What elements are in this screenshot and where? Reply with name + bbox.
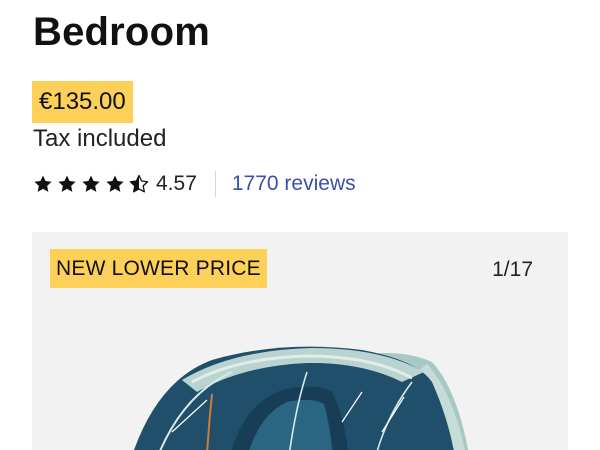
image-counter: 1/17 xyxy=(492,258,533,281)
rating-stars xyxy=(33,174,153,194)
product-image-gallery[interactable]: NEW LOWER PRICE 1/17 xyxy=(32,232,568,450)
product-title: Bedroom xyxy=(33,10,210,54)
new-lower-price-badge: NEW LOWER PRICE xyxy=(50,249,267,288)
rating-value: 4.57 xyxy=(156,172,197,195)
star-icon xyxy=(82,175,100,192)
star-icon xyxy=(58,175,76,192)
rating-divider xyxy=(214,171,216,197)
star-icon xyxy=(106,175,124,192)
product-page: Bedroom €135.00 Tax included 4.57 1770 r… xyxy=(0,0,600,450)
rating-row: 4.57 1770 reviews xyxy=(33,169,356,199)
tax-note: Tax included xyxy=(33,125,167,152)
reviews-link[interactable]: 1770 reviews xyxy=(232,172,356,196)
price-tag: €135.00 xyxy=(32,81,133,123)
half-star-icon xyxy=(129,174,149,193)
star-icon xyxy=(34,175,52,192)
